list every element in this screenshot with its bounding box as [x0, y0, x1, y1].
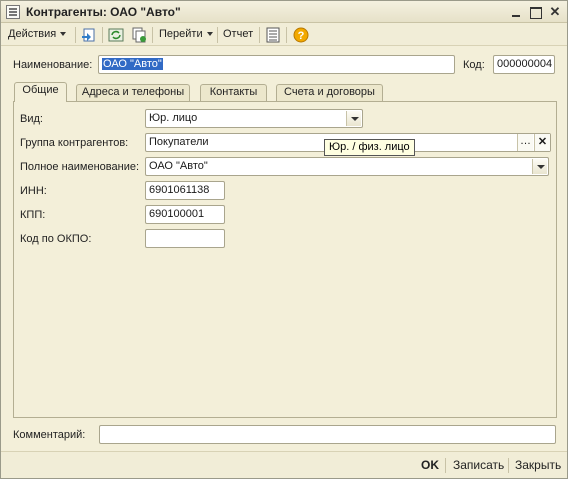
footer-divider: [445, 458, 446, 473]
goto-menu-label: Перейти: [159, 28, 203, 40]
group-value: Покупатели: [149, 136, 209, 148]
inn-label: ИНН:: [20, 185, 47, 197]
help-icon[interactable]: ?: [293, 27, 309, 43]
goto-menu-button[interactable]: Перейти: [159, 27, 213, 43]
refresh-icon[interactable]: [108, 27, 124, 43]
fullname-value: ОАО "Авто": [149, 160, 208, 172]
toolbar: Действия Перейти Отчет ?: [1, 23, 567, 46]
footer-divider: [508, 458, 509, 473]
report-button[interactable]: Отчет: [223, 27, 253, 43]
toolbar-divider: [102, 27, 103, 43]
kind-tooltip: Юр. / физ. лицо: [324, 139, 415, 156]
save-button[interactable]: Записать: [453, 458, 504, 472]
chevron-down-icon[interactable]: [532, 159, 547, 174]
okpo-input[interactable]: [145, 229, 225, 248]
code-label: Код:: [463, 59, 485, 71]
ellipsis-icon[interactable]: …: [517, 134, 533, 151]
ok-button[interactable]: OK: [421, 458, 439, 472]
minimize-button[interactable]: [508, 4, 524, 20]
close-window-button[interactable]: ✕: [547, 4, 563, 20]
actions-menu-button[interactable]: Действия: [8, 27, 67, 43]
chevron-down-icon[interactable]: [346, 111, 361, 126]
structure-icon[interactable]: [265, 27, 281, 43]
chevron-down-icon: [206, 32, 213, 37]
inn-input[interactable]: 6901061138: [145, 181, 225, 200]
toolbar-divider: [152, 27, 153, 43]
toolbar-divider: [259, 27, 260, 43]
title-bar[interactable]: Контрагенты: ОАО "Авто" ✕: [1, 1, 567, 23]
toolbar-divider: [75, 27, 76, 43]
name-input[interactable]: ОАО "Авто": [98, 55, 455, 74]
kind-label: Вид:: [20, 113, 43, 125]
tab-contacts[interactable]: Контакты: [200, 84, 267, 101]
chevron-down-icon: [60, 32, 67, 37]
kind-value: Юр. лицо: [149, 112, 198, 124]
group-label: Группа контрагентов:: [20, 137, 129, 149]
form-icon: [6, 5, 20, 19]
comment-input[interactable]: [99, 425, 556, 444]
actions-menu-label: Действия: [8, 28, 57, 40]
comment-label: Комментарий:: [13, 429, 86, 441]
fullname-select[interactable]: ОАО "Авто": [145, 157, 549, 176]
code-input[interactable]: 000000004: [493, 55, 555, 74]
copy-icon[interactable]: [131, 27, 147, 43]
tab-accounts[interactable]: Счета и договоры: [276, 84, 383, 101]
okpo-label: Код по ОКПО:: [20, 233, 92, 245]
svg-text:?: ?: [298, 30, 305, 42]
tab-general[interactable]: Общие: [14, 82, 67, 102]
form-window: Контрагенты: ОАО "Авто" ✕ Действия Перей…: [0, 0, 568, 479]
kpp-label: КПП:: [20, 209, 46, 221]
kind-select[interactable]: Юр. лицо: [145, 109, 363, 128]
clear-icon[interactable]: ✕: [534, 134, 550, 151]
tab-addresses[interactable]: Адреса и телефоны: [76, 84, 190, 101]
name-value: ОАО "Авто": [102, 58, 163, 70]
fullname-label: Полное наименование:: [20, 161, 140, 173]
footer-bar: OK Записать Закрыть: [1, 451, 567, 478]
kpp-input[interactable]: 690100001: [145, 205, 225, 224]
maximize-button[interactable]: [527, 4, 543, 20]
post-icon[interactable]: [81, 27, 97, 43]
close-button[interactable]: Закрыть: [515, 458, 561, 472]
toolbar-divider: [217, 27, 218, 43]
toolbar-divider: [286, 27, 287, 43]
window-title: Контрагенты: ОАО "Авто": [26, 5, 181, 19]
name-label: Наименование:: [13, 59, 93, 71]
